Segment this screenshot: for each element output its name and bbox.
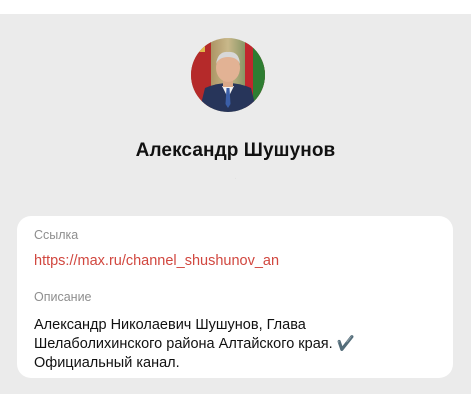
description-line: Официальный канал. bbox=[34, 355, 180, 371]
description-label: Описание bbox=[34, 290, 92, 304]
link-label: Ссылка bbox=[34, 228, 79, 242]
info-card: Ссылка https://max.ru/channel_shushunov_… bbox=[17, 216, 453, 378]
avatar-photo bbox=[191, 38, 265, 112]
description-text: Александр Николаевич Шушунов, Глава Шела… bbox=[34, 316, 434, 373]
channel-name: Александр Шушунов bbox=[135, 140, 336, 161]
channel-subtitle: · bbox=[233, 173, 238, 184]
avatar[interactable] bbox=[191, 38, 265, 112]
top-strip bbox=[0, 0, 471, 14]
channel-link[interactable]: https://max.ru/channel_shushunov_an bbox=[34, 253, 279, 269]
description-line: Александр Николаевич Шушунов, Глава bbox=[34, 317, 306, 333]
description-line: Шелаболихинского района Алтайского края.… bbox=[34, 336, 355, 352]
